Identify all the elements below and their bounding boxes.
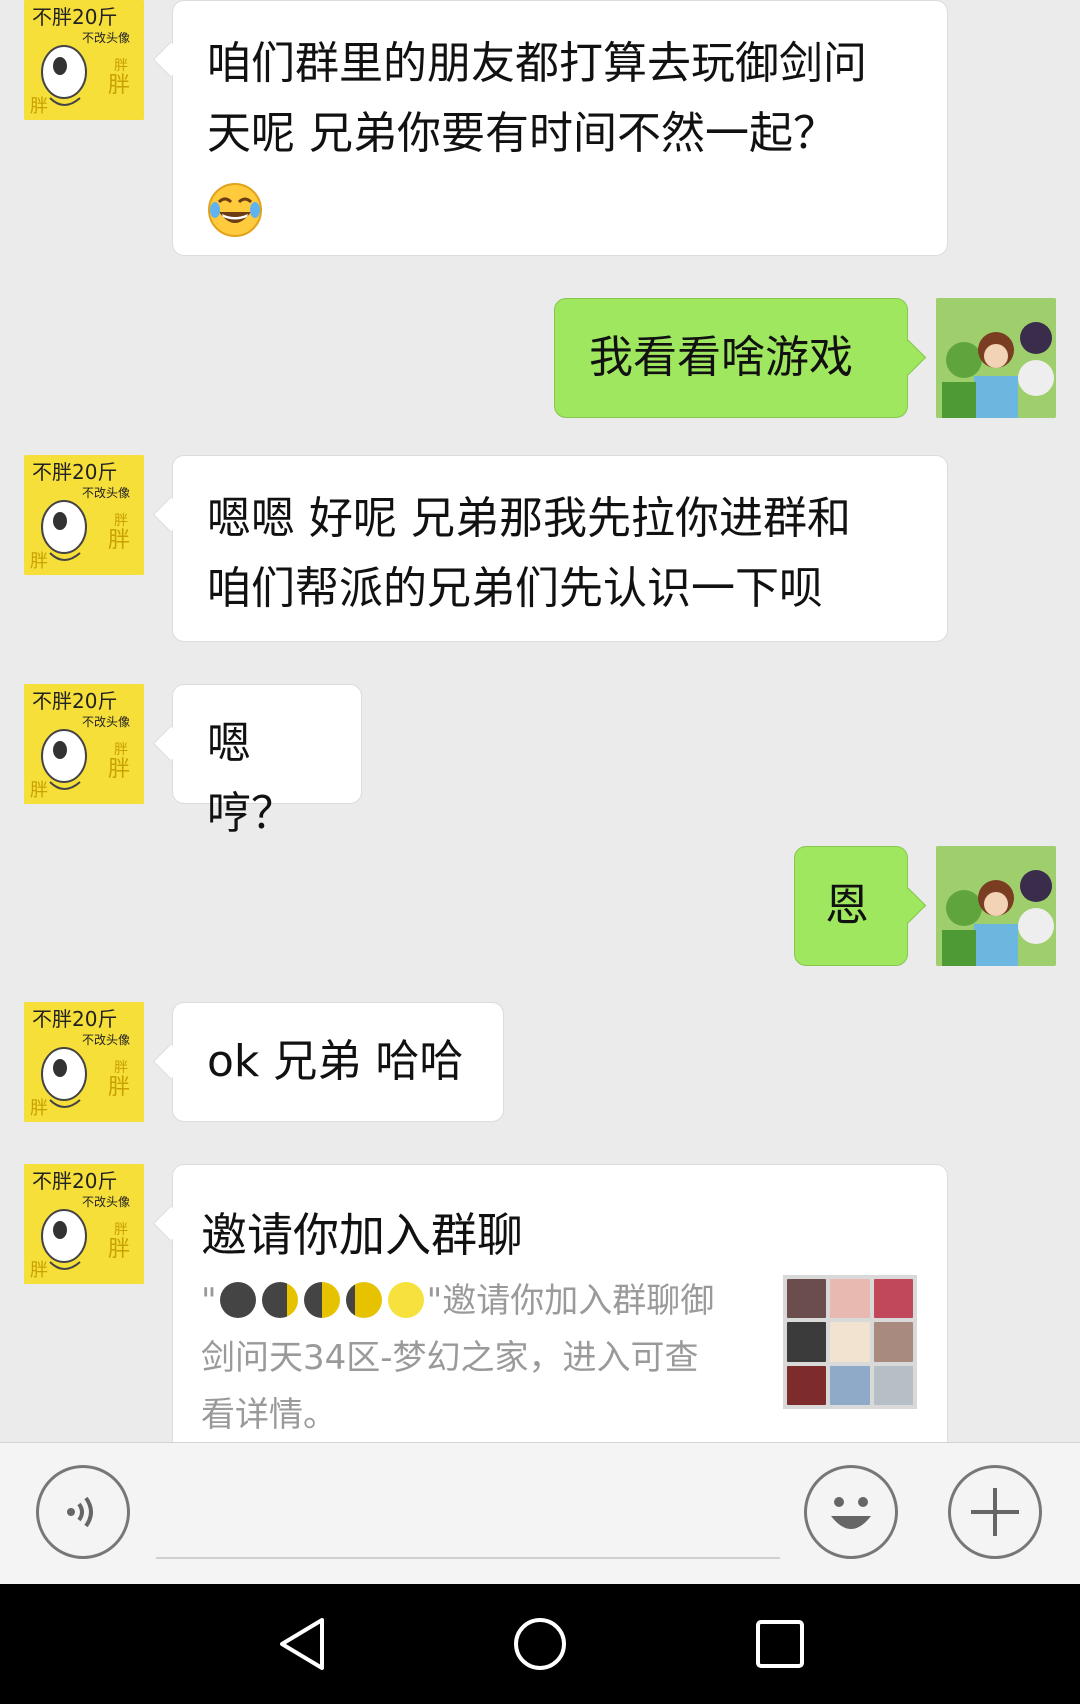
waxing-crescent-icon bbox=[261, 1282, 298, 1318]
message-bubble-incoming[interactable]: 嗯嗯 好呢 兄弟那我先拉你进群和 咱们帮派的兄弟们先认识一下呗 bbox=[172, 455, 948, 642]
my-avatar[interactable] bbox=[936, 298, 1056, 418]
message-text: 恩 bbox=[825, 880, 869, 931]
svg-text:胖: 胖 bbox=[114, 58, 128, 74]
new-moon-icon bbox=[219, 1282, 256, 1318]
svg-text:胖: 胖 bbox=[30, 96, 48, 117]
message-input[interactable] bbox=[156, 1557, 780, 1559]
message-bubble-incoming[interactable]: ok 兄弟 哈哈 bbox=[172, 1002, 504, 1122]
message-text: 嗯哼？ bbox=[207, 718, 295, 839]
svg-text:胖: 胖 bbox=[108, 1075, 130, 1100]
svg-text:不胖20斤: 不胖20斤 bbox=[32, 1169, 117, 1193]
message-bubble-incoming[interactable]: 咱们群里的朋友都打算去玩御剑问 天呢 兄弟你要有时间不然一起？ bbox=[172, 0, 948, 256]
home-circle-icon[interactable] bbox=[511, 1614, 569, 1674]
friend-avatar[interactable]: 不胖20斤 不改头像 胖 胖 胖 bbox=[24, 1002, 144, 1122]
face-with-tears-of-joy-icon bbox=[208, 183, 262, 237]
friend-avatar[interactable]: 不胖20斤 不改头像 胖 胖 胖 bbox=[24, 455, 144, 575]
plus-icon bbox=[971, 1488, 1019, 1536]
svg-text:不改头像: 不改头像 bbox=[82, 715, 130, 729]
full-moon-icon bbox=[387, 1282, 424, 1318]
voice-icon bbox=[67, 1496, 93, 1528]
svg-text:胖: 胖 bbox=[108, 73, 130, 98]
message-bubble-incoming[interactable]: 嗯哼？ bbox=[172, 684, 362, 839]
message-text: 我看看啥游戏 bbox=[589, 332, 853, 383]
message-text: 嗯嗯 好呢 兄弟那我先拉你进群和 bbox=[207, 493, 851, 544]
friend-avatar[interactable]: 不胖20斤 不改头像 胖 胖 胖 bbox=[24, 0, 144, 120]
system-nav-bar bbox=[0, 1584, 1080, 1704]
svg-text:不胖20斤: 不胖20斤 bbox=[32, 689, 117, 713]
svg-text:不胖20斤: 不胖20斤 bbox=[32, 1007, 117, 1031]
friend-avatar[interactable]: 不胖20斤 不改头像 胖 胖 胖 bbox=[24, 684, 144, 804]
message-text: 天呢 兄弟你要有时间不然一起？ bbox=[207, 108, 837, 159]
recent-square-icon[interactable] bbox=[752, 1614, 808, 1674]
svg-text:胖: 胖 bbox=[114, 1222, 128, 1238]
group-invite-card[interactable]: 邀请你加入群聊 " "邀请你加入群聊御 剑问天34区-梦幻之家，进入可查 看详情。 bbox=[172, 1164, 948, 1442]
svg-text:胖: 胖 bbox=[108, 528, 130, 553]
svg-text:不改头像: 不改头像 bbox=[82, 486, 130, 500]
svg-text:胖: 胖 bbox=[108, 757, 130, 782]
smiley-icon bbox=[831, 1497, 871, 1529]
message-text: 咱们群里的朋友都打算去玩御剑问 bbox=[207, 38, 867, 89]
more-button[interactable] bbox=[948, 1465, 1042, 1559]
first-quarter-moon-icon bbox=[303, 1282, 340, 1318]
svg-text:胖: 胖 bbox=[108, 1237, 130, 1262]
message-text: 咱们帮派的兄弟们先认识一下呗 bbox=[207, 563, 823, 614]
svg-text:胖: 胖 bbox=[114, 513, 128, 529]
svg-text:胖: 胖 bbox=[114, 1060, 128, 1076]
svg-text:不改头像: 不改头像 bbox=[82, 1033, 130, 1047]
back-triangle-icon[interactable] bbox=[276, 1614, 328, 1674]
input-bar bbox=[0, 1442, 1080, 1585]
chat-area[interactable]: 不胖20斤 不改头像 胖 胖 胖 咱们群里的朋友都打算去玩御剑问 天呢 兄弟你要… bbox=[0, 0, 1080, 1442]
svg-text:胖: 胖 bbox=[30, 551, 48, 572]
svg-text:胖: 胖 bbox=[30, 1098, 48, 1119]
message-bubble-outgoing[interactable]: 恩 bbox=[794, 846, 908, 966]
svg-text:胖: 胖 bbox=[30, 780, 48, 801]
svg-text:不改头像: 不改头像 bbox=[82, 31, 130, 45]
invite-description: " "邀请你加入群聊御 剑问天34区-梦幻之家，进入可查 看详情。 bbox=[201, 1281, 715, 1435]
group-thumbnail bbox=[783, 1275, 917, 1409]
voice-button[interactable] bbox=[36, 1465, 130, 1559]
waxing-gibbous-icon bbox=[345, 1282, 382, 1318]
svg-text:不胖20斤: 不胖20斤 bbox=[32, 5, 117, 29]
svg-text:不胖20斤: 不胖20斤 bbox=[32, 460, 117, 484]
emoji-button[interactable] bbox=[804, 1465, 898, 1559]
message-text: ok 兄弟 哈哈 bbox=[207, 1036, 464, 1087]
svg-text:胖: 胖 bbox=[114, 742, 128, 758]
svg-text:胖: 胖 bbox=[30, 1260, 48, 1281]
invite-title: 邀请你加入群聊 bbox=[201, 1208, 523, 1262]
message-bubble-outgoing[interactable]: 我看看啥游戏 bbox=[554, 298, 908, 418]
svg-text:不改头像: 不改头像 bbox=[82, 1195, 130, 1209]
my-avatar[interactable] bbox=[936, 846, 1056, 966]
friend-avatar[interactable]: 不胖20斤 不改头像 胖 胖 胖 bbox=[24, 1164, 144, 1284]
